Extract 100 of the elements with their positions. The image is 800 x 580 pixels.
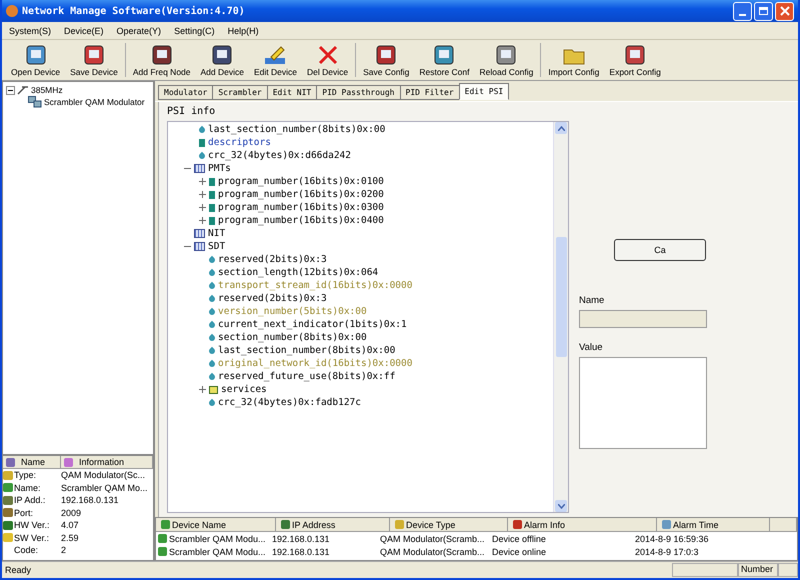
field-label: Name — [579, 295, 606, 306]
table-cell: 2.59 — [61, 532, 79, 543]
tab[interactable]: PID Filter — [400, 85, 460, 100]
table-cell-text: 192.168.0.131 — [271, 534, 331, 544]
column-header[interactable]: Alarm Time — [657, 518, 770, 531]
value-field[interactable] — [579, 357, 707, 449]
menu-item[interactable]: Setting(C) — [174, 26, 215, 36]
antenna-icon — [17, 85, 29, 95]
status-text: Number — [738, 563, 778, 577]
tree-item[interactable]: crc_32(4bytes)0x:d66da242 — [208, 150, 351, 161]
expander-icon[interactable] — [199, 386, 206, 393]
expander-icon[interactable] — [199, 204, 206, 211]
table-cell: IP Add.: — [14, 495, 46, 506]
column-header[interactable]: IP Address — [276, 518, 390, 531]
toolbar-button[interactable]: Export Config — [604, 41, 666, 79]
tree-item[interactable]: program_number(16bits)0x:0100 — [218, 176, 384, 187]
tree-item[interactable]: SDT — [208, 241, 226, 252]
table-icon — [194, 164, 205, 173]
tab[interactable]: Edit NIT — [266, 85, 318, 100]
table-cell-text: QAM Modulator(Scramb... — [379, 534, 486, 544]
minimize-button[interactable] — [733, 2, 752, 20]
expander-icon[interactable] — [199, 178, 206, 185]
table-cell-text: 2014-8-9 16:59:36 — [634, 534, 710, 544]
table-cell: Name: — [14, 482, 41, 493]
cancel-button[interactable]: Ca — [614, 239, 706, 261]
tree-item[interactable]: reserved(2bits)0x:3 — [218, 254, 327, 265]
column-header[interactable]: Alarm Info — [508, 518, 657, 531]
tree-item[interactable]: program_number(16bits)0x:0200 — [218, 189, 384, 200]
toolbar-button[interactable]: Del Device — [302, 41, 354, 79]
tree-item[interactable]: NIT — [208, 228, 226, 239]
menu-item[interactable]: Device(E) — [64, 26, 104, 36]
toolbar-button[interactable]: Restore Conf — [414, 41, 474, 79]
table-icon — [194, 229, 205, 238]
toolbar-button[interactable]: Save Device — [65, 41, 123, 79]
expander-icon[interactable] — [199, 191, 206, 198]
pencil-icon — [263, 44, 288, 66]
expander-icon[interactable] — [184, 165, 191, 172]
tree-item[interactable]: current_next_indicator(1bits)0x:1 — [218, 319, 407, 330]
column-header[interactable]: Device Type — [390, 518, 508, 531]
toolbar-button[interactable]: Add Freq Node — [128, 41, 196, 79]
tree-item[interactable]: 385MHz — [31, 85, 63, 95]
toolbar-button[interactable]: Import Config — [543, 41, 604, 79]
tab[interactable]: Modulator — [158, 85, 214, 100]
table-cell: SW Ver.: — [14, 532, 50, 543]
column-header[interactable]: Device Name — [156, 518, 276, 531]
scrollbar[interactable] — [553, 122, 568, 512]
square-icon — [209, 190, 215, 198]
close-icon — [780, 6, 790, 16]
tree-item[interactable]: PMTs — [208, 163, 231, 174]
tree-item[interactable]: descriptors — [208, 137, 271, 148]
table-cell-text: QAM Modulator(Scramb... — [379, 546, 486, 556]
menu-item[interactable]: Help(H) — [228, 26, 259, 36]
table-cell: Code: — [14, 545, 38, 556]
table-cell: Scrambler QAM Modu... — [169, 534, 266, 544]
app-icon — [6, 5, 18, 17]
square-icon — [209, 178, 215, 186]
table-cell: Scrambler QAM Mo... — [61, 482, 148, 493]
tree-item[interactable]: section_number(8bits)0x:00 — [218, 332, 367, 343]
table-cell-text: Device online — [491, 546, 548, 556]
toolbar-button[interactable]: Edit Device — [248, 41, 302, 79]
collapse-icon[interactable] — [6, 86, 15, 94]
scroll-thumb[interactable] — [556, 237, 566, 357]
tree-item[interactable]: last_section_number(8bits)0x:00 — [208, 124, 386, 135]
tree-item[interactable]: last_section_number(8bits)0x:00 — [218, 345, 396, 356]
section-title: PSI info — [167, 106, 216, 117]
expander-icon[interactable] — [184, 243, 191, 250]
table-cell: 4.07 — [61, 520, 79, 530]
toolbar-button[interactable]: Save Config — [358, 41, 414, 79]
tree-item[interactable]: reserved_future_use(8bits)0x:ff — [218, 371, 396, 382]
tree-item[interactable]: reserved(2bits)0x:3 — [218, 293, 327, 304]
table-cell: 2 — [61, 545, 66, 556]
maximize-button[interactable] — [754, 2, 773, 20]
tab[interactable]: Edit PSI — [458, 83, 510, 100]
table-cell: 192.168.0.131 — [61, 495, 119, 506]
tab[interactable]: PID Passthrough — [316, 85, 400, 100]
table-icon — [194, 242, 205, 251]
expander-icon[interactable] — [199, 217, 206, 224]
tree-item[interactable]: section_length(12bits)0x:064 — [218, 267, 378, 278]
column-header[interactable]: Name — [3, 456, 61, 468]
menu-item[interactable]: Operate(Y) — [116, 26, 162, 36]
close-button[interactable] — [775, 2, 794, 20]
window-title: Network Manage Software(Version:4.70) — [22, 6, 246, 16]
tab[interactable]: Scrambler — [212, 85, 268, 100]
toolbar-button[interactable]: Add Device — [196, 41, 249, 79]
tree-item[interactable]: crc_32(4bytes)0x:fadb127c — [218, 397, 361, 408]
scroll-up-icon[interactable] — [558, 126, 564, 130]
square-icon — [199, 138, 205, 146]
status-text: Ready — [5, 565, 32, 575]
folder-icon — [209, 386, 218, 394]
menu-item[interactable]: System(S) — [9, 26, 52, 36]
toolbar-button[interactable]: Reload Config — [474, 41, 538, 79]
tree-item[interactable]: program_number(16bits)0x:0400 — [218, 215, 384, 226]
tree-item[interactable]: services — [221, 384, 267, 395]
tree-item[interactable]: Scrambler QAM Modulator — [44, 97, 145, 107]
tree-item[interactable]: program_number(16bits)0x:0300 — [218, 202, 384, 213]
square-icon — [209, 216, 215, 224]
toolbar-button[interactable]: Open Device — [6, 41, 66, 79]
table-cell: Type: — [14, 470, 36, 480]
scroll-down-icon[interactable] — [558, 504, 564, 508]
column-header[interactable]: Information — [61, 456, 153, 468]
